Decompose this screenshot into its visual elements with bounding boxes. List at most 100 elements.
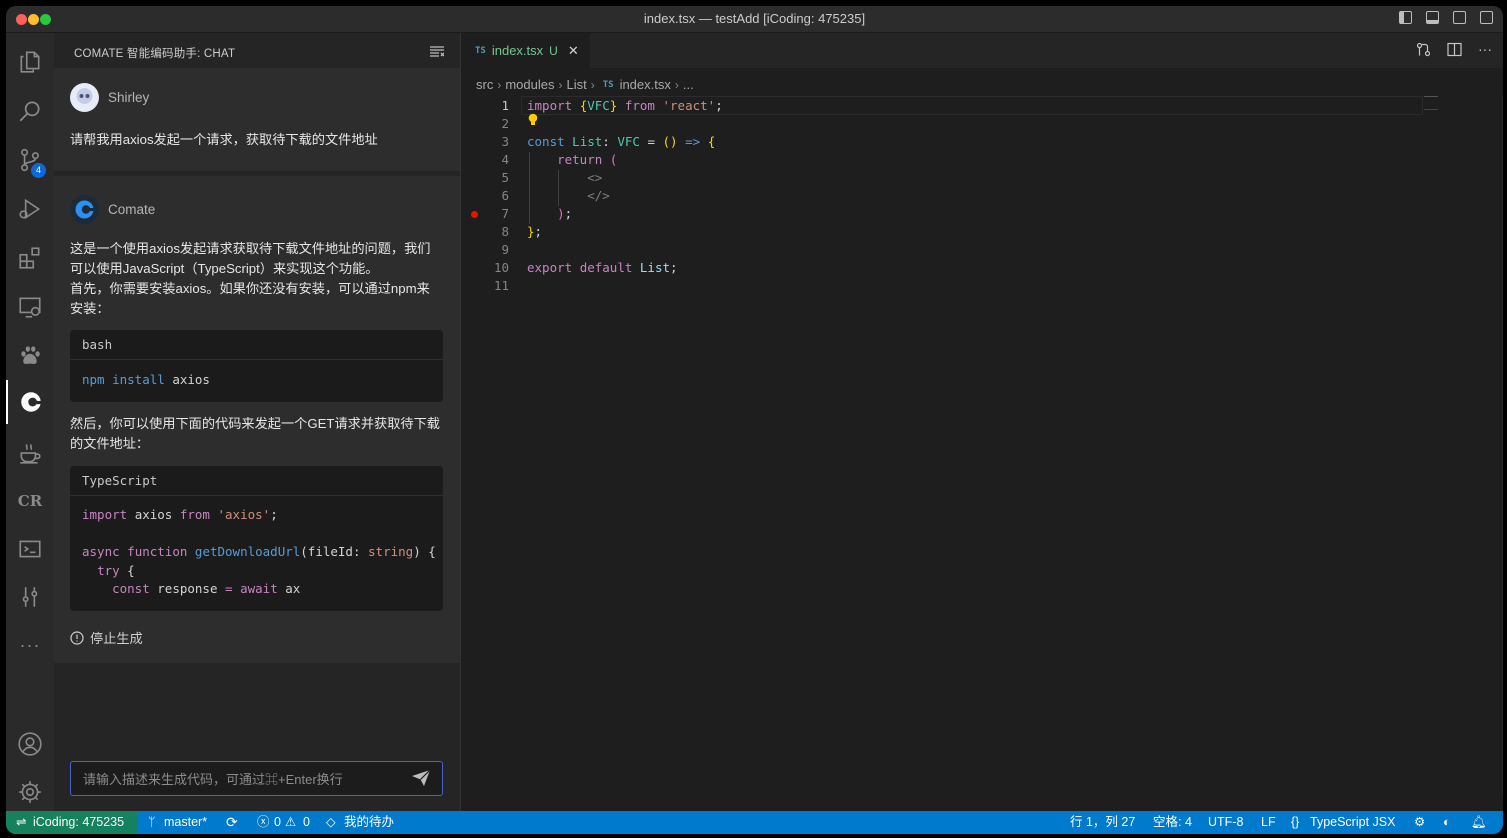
close-tab-icon[interactable]: ✕ <box>568 43 579 59</box>
code-token: 'axios' <box>217 507 271 522</box>
branch-label[interactable]: master* <box>164 811 207 834</box>
assistant-then-text: 然后，你可以使用下面的代码来发起一个GET请求并获取待下载的文件地址： <box>70 416 440 451</box>
clear-chat-icon[interactable] <box>430 46 444 57</box>
line-ending[interactable]: LF <box>1261 811 1276 834</box>
files-icon[interactable] <box>6 40 54 84</box>
warning-icon: ⚠ <box>285 815 297 829</box>
paw-icon[interactable] <box>6 333 54 377</box>
code-line-8: }; <box>527 224 542 239</box>
code-token: VFC <box>617 134 640 149</box>
cr-icon[interactable]: CR <box>6 479 54 523</box>
line-number: 4 <box>501 152 509 167</box>
sync-icon[interactable]: ⟳ <box>226 811 238 834</box>
line-number: 2 <box>501 116 509 131</box>
code-token: install <box>112 372 165 387</box>
warning-count[interactable]: 0 <box>303 811 310 834</box>
code-token: => <box>685 134 701 149</box>
more-icon[interactable]: ··· <box>6 623 54 667</box>
customize-layout-icon[interactable] <box>1480 11 1493 24</box>
code-token: npm <box>82 372 105 387</box>
breadcrumb-item[interactable]: index.tsx <box>620 77 671 92</box>
code-token: async <box>82 544 120 559</box>
minimap[interactable] <box>1424 96 1438 110</box>
source-control-icon[interactable]: 4 <box>6 138 54 182</box>
code-token: getDownloadUrl <box>194 544 301 559</box>
breadcrumb-item[interactable]: src <box>476 77 493 92</box>
sliders-icon[interactable] <box>6 575 54 619</box>
code-token: VFC <box>587 98 610 113</box>
feedback-icon[interactable]: ⚙ <box>1414 811 1425 834</box>
coffee-icon[interactable] <box>6 431 54 475</box>
tab-index-tsx[interactable]: TS index.tsx U ✕ <box>461 33 590 68</box>
vertical-scrollbar[interactable] <box>1502 95 1503 795</box>
line-number: 10 <box>493 260 509 275</box>
breakpoint-icon[interactable] <box>471 211 478 218</box>
split-editor-icon[interactable] <box>1447 42 1462 57</box>
more-actions-icon[interactable]: ··· <box>1478 42 1492 57</box>
run-debug-icon[interactable] <box>6 187 54 231</box>
breadcrumb-item[interactable]: List <box>566 77 586 92</box>
code-token: } <box>609 98 618 113</box>
user-message-text: 请帮我用axios发起一个请求，获取待下载的文件地址 <box>70 132 378 147</box>
code-token: await <box>240 581 278 596</box>
code-token: ; <box>564 206 573 221</box>
window-title: index.tsx — testAdd [iCoding: 475235] <box>643 11 866 26</box>
search-icon[interactable] <box>6 89 54 133</box>
error-count[interactable]: 0 <box>274 811 281 834</box>
user-message: Shirley 请帮我用axios发起一个请求，获取待下载的文件地址 <box>54 68 460 171</box>
language-mode[interactable]: TypeScript JSX <box>1310 811 1395 834</box>
stop-generating-label: 停止生成 <box>90 631 143 646</box>
editor-area: TS index.tsx U ✕ ··· src › modules › List ›… <box>460 33 1503 811</box>
code-token: import <box>527 98 573 113</box>
remote-icon: ⇌ <box>16 815 27 829</box>
terminal-icon[interactable] <box>6 527 54 571</box>
stop-generating-button[interactable]: 停止生成 <box>70 628 143 647</box>
toggle-panel-icon[interactable] <box>1426 11 1439 24</box>
code-token: ax <box>285 581 301 596</box>
send-icon[interactable] <box>412 770 430 786</box>
lightbulb-icon[interactable] <box>527 113 539 130</box>
code-token: </> <box>587 188 610 203</box>
comate-status-icon[interactable]: ◐ <box>1443 811 1451 834</box>
code-token: from <box>179 507 210 522</box>
account-icon[interactable] <box>6 722 54 766</box>
code-token: } <box>527 224 535 239</box>
typescript-code-block: TypeScript import axios from 'axios'; as… <box>70 466 443 611</box>
code-token: axios <box>172 372 210 387</box>
remote-explorer-icon[interactable] <box>6 285 54 329</box>
code-token: const <box>112 581 150 596</box>
breadcrumb-item[interactable]: modules <box>505 77 554 92</box>
settings-gear-icon[interactable] <box>6 770 54 814</box>
code-token: = <box>225 581 233 596</box>
code-token: from <box>624 98 655 113</box>
code-line-3: const List: VFC = () => { <box>527 134 715 149</box>
chat-sidebar: COMATE 智能编码助手: CHAT Shirley 请帮我用axios发起一… <box>54 33 460 811</box>
editor-tabs: TS index.tsx U ✕ ··· <box>461 33 1503 68</box>
cursor-position[interactable]: 行 1，列 27 <box>1070 811 1135 834</box>
extensions-icon[interactable] <box>6 236 54 280</box>
code-line-10: export default List; <box>527 260 678 275</box>
chevron-right-icon: › <box>558 77 563 92</box>
comate-icon[interactable] <box>6 380 54 424</box>
notifications-icon[interactable]: 🔔︎ <box>1471 811 1487 834</box>
breadcrumb-item[interactable]: ... <box>683 77 694 92</box>
code-token: function <box>127 544 188 559</box>
remote-indicator[interactable]: ⇌ iCoding: 475235 <box>6 811 137 834</box>
indentation[interactable]: 空格: 4 <box>1153 811 1192 834</box>
open-changes-icon[interactable] <box>1416 42 1431 57</box>
code-token: const <box>527 134 565 149</box>
encoding[interactable]: UTF-8 <box>1208 811 1243 834</box>
code-token: = <box>647 134 655 149</box>
assistant-intro-text: 这是一个使用axios发起请求获取待下载文件地址的问题，我们可以使用JavaSc… <box>70 241 431 276</box>
assistant-install-text: 首先，你需要安装axios。如果你还没有安装，可以通过npm来安装： <box>70 281 430 316</box>
code-token: try <box>97 562 120 578</box>
todo-label[interactable]: 我的待办 <box>344 811 394 834</box>
chat-input[interactable] <box>81 762 405 797</box>
toggle-primary-sidebar-icon[interactable] <box>1399 11 1412 24</box>
line-number: 1 <box>501 98 509 113</box>
code-token: <> <box>587 170 603 185</box>
toggle-secondary-sidebar-icon[interactable] <box>1453 11 1466 24</box>
activity-bar: 4 CR ··· <box>6 33 54 811</box>
code-token: List <box>639 260 671 275</box>
code-token: : <box>602 134 610 149</box>
